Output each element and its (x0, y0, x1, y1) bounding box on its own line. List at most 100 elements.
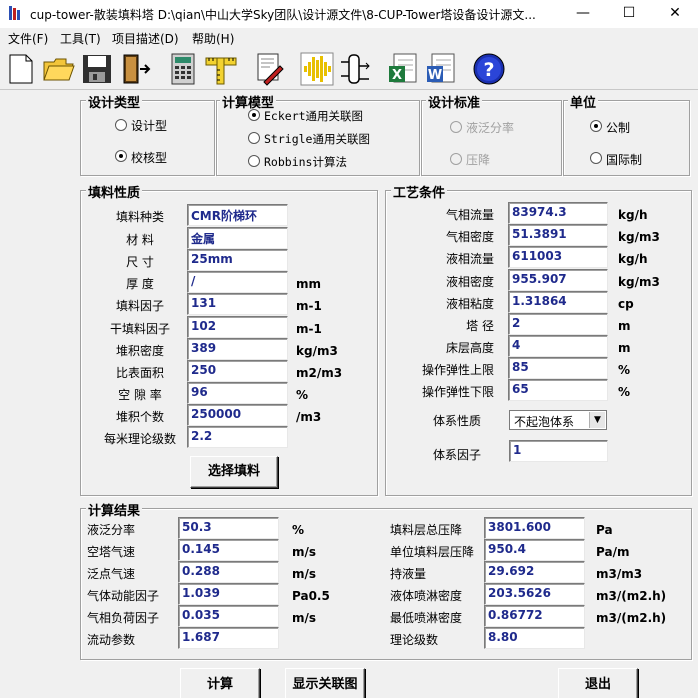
packing-row-label: 填料因子 (115, 299, 164, 313)
calc-model-eckert-radio[interactable] (248, 109, 260, 121)
result-left-field[interactable]: 1.687 (178, 627, 279, 649)
result-left-label: 液泛分率 (87, 523, 136, 537)
process-row-field[interactable]: 51.3891 (508, 224, 608, 246)
chevron-down-icon[interactable]: ▼ (589, 412, 605, 428)
packing-row-label: 堆积密度 (115, 344, 164, 358)
maximize-icon[interactable]: ☐ (606, 0, 652, 28)
result-left-unit: m/s (292, 545, 317, 559)
units-metric-radio[interactable] (590, 120, 602, 132)
packing-row-label: 材 料 (126, 233, 154, 247)
menu-tools[interactable]: 工具(T) (60, 30, 101, 47)
process-row-field[interactable]: 1.31864 (508, 291, 608, 313)
packing-row-field[interactable]: 金属 (187, 227, 288, 249)
result-left-field[interactable]: 0.145 (178, 539, 279, 561)
packing-row-field[interactable]: 96 (187, 382, 288, 404)
result-right-field[interactable]: 29.692 (484, 561, 585, 583)
window-title: cup-tower-散装填料塔 D:\qian\中山大学Sky团队\设计源文件\… (30, 8, 536, 22)
result-left-unit: Pa0.5 (292, 589, 330, 603)
result-left-label: 气相负荷因子 (87, 611, 160, 625)
result-left-unit: m/s (292, 611, 317, 625)
process-row-field[interactable]: 955.907 (508, 269, 608, 291)
design-standard-flood-label: 液泛分率 (466, 121, 515, 135)
design-standard-title: 设计标准 (426, 92, 483, 111)
packing-row-field[interactable]: / (187, 271, 288, 293)
waveform-icon[interactable] (300, 52, 334, 86)
result-right-label: 填料层总压降 (390, 523, 463, 537)
process-row-label: 液相粘度 (445, 297, 494, 311)
packing-row-field[interactable]: 25mm (187, 249, 288, 271)
process-row-label: 塔 径 (466, 319, 494, 333)
open-folder-icon[interactable] (42, 52, 76, 86)
units-si-radio[interactable] (590, 152, 602, 164)
show-chart-button[interactable]: 显示关联图 (285, 668, 365, 698)
process-row-label: 操作弹性上限 (421, 363, 494, 377)
result-left-label: 泛点气速 (87, 567, 136, 581)
process-row-unit: kg/h (618, 252, 648, 266)
menu-project-description[interactable]: 项目描述(D) (112, 30, 179, 47)
units-title: 单位 (568, 92, 599, 111)
packing-row-field[interactable]: CMR阶梯环 (187, 204, 288, 226)
exit-button[interactable]: 退出 (558, 668, 638, 698)
exit-door-icon[interactable] (118, 52, 152, 86)
packing-row-field[interactable]: 131 (187, 293, 288, 315)
tower-diagram-icon[interactable] (338, 52, 372, 86)
packing-row-field[interactable]: 250000 (187, 404, 288, 426)
system-factor-label: 体系因子 (433, 448, 482, 462)
design-standard-pressure-radio[interactable] (450, 153, 462, 165)
process-row-field[interactable]: 83974.3 (508, 202, 608, 224)
calculate-button[interactable]: 计算 (180, 668, 260, 698)
result-left-field[interactable]: 1.039 (178, 583, 279, 605)
process-row-unit: kg/h (618, 208, 648, 222)
packing-row-field[interactable]: 102 (187, 316, 288, 338)
menu-file[interactable]: 文件(F) (8, 30, 48, 47)
calc-model-strigle-label: Strigle通用关联图 (264, 132, 370, 146)
calculator-icon[interactable] (166, 52, 200, 86)
process-row-field[interactable]: 85 (508, 357, 608, 379)
result-right-field[interactable]: 8.80 (484, 627, 585, 649)
help-icon[interactable]: ? (472, 52, 506, 86)
close-icon[interactable]: ✕ (652, 0, 698, 28)
packing-row-label: 尺 寸 (126, 255, 154, 269)
result-left-field[interactable]: 0.035 (178, 605, 279, 627)
save-disk-icon[interactable] (80, 52, 114, 86)
ruler-icon[interactable] (204, 52, 238, 86)
packing-title: 填料性质 (86, 182, 143, 201)
excel-export-icon[interactable]: X (386, 52, 420, 86)
menu-help[interactable]: 帮助(H) (192, 30, 234, 47)
result-right-field[interactable]: 950.4 (484, 539, 585, 561)
packing-row-label: 比表面积 (115, 366, 164, 380)
system-nature-select[interactable]: 不起泡体系 ▼ (509, 410, 607, 430)
design-type-option-design-radio[interactable] (115, 119, 127, 131)
result-right-field[interactable]: 0.86772 (484, 605, 585, 627)
process-row-field[interactable]: 4 (508, 335, 608, 357)
new-file-icon[interactable] (4, 52, 38, 86)
process-row-field[interactable]: 611003 (508, 246, 608, 268)
design-type-option-check-radio[interactable] (115, 150, 127, 162)
word-export-icon[interactable]: W (424, 52, 458, 86)
calc-model-robbins-radio[interactable] (248, 155, 260, 167)
select-packing-button[interactable]: 选择填料 (190, 456, 278, 488)
result-right-label: 持液量 (390, 567, 427, 581)
result-left-label: 空塔气速 (87, 545, 136, 559)
packing-row-unit: kg/m3 (296, 344, 338, 358)
system-factor-field[interactable]: 1 (509, 440, 608, 462)
calc-model-strigle-radio[interactable] (248, 132, 260, 144)
packing-row-label: 空 隙 率 (118, 388, 162, 402)
packing-row-field[interactable]: 250 (187, 360, 288, 382)
result-left-field[interactable]: 50.3 (178, 517, 279, 539)
process-row-field[interactable]: 2 (508, 313, 608, 335)
packing-row-field[interactable]: 2.2 (187, 426, 288, 448)
minimize-icon[interactable]: — (560, 0, 606, 28)
result-left-label: 气体动能因子 (87, 589, 160, 603)
packing-row-field[interactable]: 389 (187, 338, 288, 360)
result-right-field[interactable]: 203.5626 (484, 583, 585, 605)
packing-row-label: 干填料因子 (109, 322, 170, 336)
result-right-field[interactable]: 3801.600 (484, 517, 585, 539)
process-row-field[interactable]: 65 (508, 379, 608, 401)
process-row-unit: kg/m3 (618, 230, 660, 244)
design-standard-flood-radio[interactable] (450, 121, 462, 133)
result-left-field[interactable]: 0.288 (178, 561, 279, 583)
result-right-label: 液体喷淋密度 (390, 589, 463, 603)
edit-pen-icon[interactable] (252, 52, 286, 86)
units-si-label: 国际制 (606, 153, 643, 167)
